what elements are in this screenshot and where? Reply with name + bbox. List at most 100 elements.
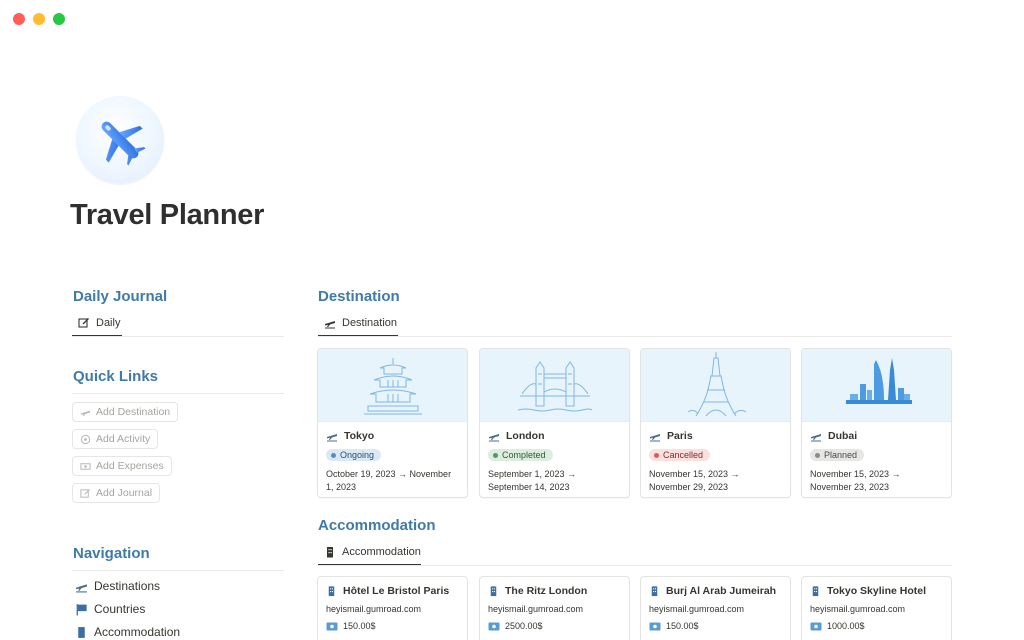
nav-item-countries[interactable]: Countries: [75, 602, 145, 616]
maximize-window-button[interactable]: [53, 13, 65, 25]
plane-icon: [327, 434, 337, 442]
building-icon: [78, 626, 85, 638]
card-title-text: Dubai: [828, 430, 858, 442]
status-text: Ongoing: [340, 450, 375, 460]
edit-icon: [78, 318, 89, 328]
card-title-text: Paris: [667, 430, 693, 442]
tab-daily-label: Daily: [96, 317, 121, 329]
card-url[interactable]: heyismail.gumroad.com: [488, 604, 629, 614]
add-journal-label: Add Journal: [96, 487, 153, 499]
card-title-text: Tokyo: [344, 430, 375, 442]
add-expenses-button[interactable]: Add Expenses: [72, 456, 172, 476]
price-text: 2500.00$: [505, 621, 543, 631]
destination-card-dubai[interactable]: Dubai Planned November 15, 2023 → Novemb…: [801, 348, 952, 498]
card-title-text: Tokyo Skyline Hotel: [827, 585, 926, 597]
building-icon: [812, 586, 819, 597]
card-price: 150.00$: [326, 621, 467, 631]
card-cover-image: [480, 349, 629, 422]
card-title: Burj Al Arab Jumeirah: [649, 585, 790, 597]
card-cover-image: [318, 349, 467, 422]
destination-card-tokyo[interactable]: Tokyo Ongoing October 19, 2023 → Novembe…: [317, 348, 468, 498]
divider: [72, 570, 284, 571]
add-activity-button[interactable]: Add Activity: [72, 429, 159, 449]
page-title: Travel Planner: [70, 199, 265, 231]
price-text: 150.00$: [666, 621, 699, 631]
status-dot: [331, 452, 336, 458]
page-icon[interactable]: [76, 96, 164, 184]
add-destination-label: Add Destination: [96, 406, 171, 418]
card-url[interactable]: heyismail.gumroad.com: [810, 604, 951, 614]
window-controls: [13, 13, 65, 25]
status-badge: Planned: [810, 449, 865, 461]
navigation-heading: Navigation: [73, 545, 150, 562]
card-price: 150.00$: [649, 621, 790, 631]
building-icon: [327, 547, 333, 558]
card-price: 2500.00$: [488, 621, 629, 631]
airplane-icon: [101, 121, 146, 166]
card-cover-image: [802, 349, 951, 422]
destination-card-paris[interactable]: Paris Cancelled November 15, 2023 → Nove…: [640, 348, 791, 498]
card-title: London: [488, 430, 629, 442]
card-title: The Ritz London: [488, 585, 629, 597]
status-badge: Cancelled: [649, 449, 711, 461]
tab-accommodation-label: Accommodation: [342, 546, 421, 558]
nav-item-label: Destinations: [94, 579, 161, 593]
nav-item-accommodation[interactable]: Accommodation: [75, 625, 180, 639]
accommodation-card[interactable]: Hôtel Le Bristol Paris heyismail.gumroad…: [317, 576, 468, 640]
plane-icon: [650, 434, 660, 442]
card-url[interactable]: heyismail.gumroad.com: [649, 604, 790, 614]
tab-daily[interactable]: Daily: [72, 312, 126, 334]
divider: [72, 336, 284, 337]
pagoda-illustration: [363, 358, 422, 415]
nav-item-label: Countries: [94, 602, 146, 616]
card-cover-image: [641, 349, 790, 422]
price-text: 1000.00$: [827, 621, 865, 631]
card-title: Paris: [649, 430, 790, 442]
accommodation-card[interactable]: Burj Al Arab Jumeirah heyismail.gumroad.…: [640, 576, 791, 640]
money-icon: [326, 622, 338, 630]
accommodation-card[interactable]: Tokyo Skyline Hotel heyismail.gumroad.co…: [801, 576, 952, 640]
card-title: Dubai: [810, 430, 951, 442]
eiffel-tower-illustration: [687, 352, 746, 417]
card-title-text: The Ritz London: [505, 585, 588, 597]
card-title-text: London: [506, 430, 545, 442]
card-url[interactable]: heyismail.gumroad.com: [326, 604, 467, 614]
building-icon: [490, 586, 497, 597]
tower-bridge-illustration: [517, 361, 592, 412]
add-journal-button[interactable]: Add Journal: [72, 483, 161, 503]
destination-heading: Destination: [318, 288, 400, 305]
divider: [318, 565, 952, 566]
money-icon: [649, 622, 661, 630]
add-activity-label: Add Activity: [96, 433, 151, 445]
card-title: Tokyo Skyline Hotel: [810, 585, 951, 597]
minimize-window-button[interactable]: [33, 13, 45, 25]
flag-icon: [76, 603, 87, 615]
add-expenses-label: Add Expenses: [96, 460, 164, 472]
status-text: Completed: [502, 450, 546, 460]
close-window-button[interactable]: [13, 13, 25, 25]
plane-icon: [811, 434, 821, 442]
building-icon: [328, 586, 335, 597]
status-dot: [654, 452, 659, 458]
destination-card-london[interactable]: London Completed September 1, 2023 → Sep…: [479, 348, 630, 498]
status-text: Planned: [824, 450, 858, 460]
daily-journal-heading: Daily Journal: [73, 288, 168, 305]
card-dates: October 19, 2023 → November 1, 2023: [326, 468, 452, 492]
accommodation-card[interactable]: The Ritz London heyismail.gumroad.com 25…: [479, 576, 630, 640]
nav-item-label: Accommodation: [94, 625, 181, 639]
plane-icon: [325, 321, 335, 329]
tab-accommodation[interactable]: Accommodation: [318, 541, 427, 563]
tab-destination[interactable]: Destination: [318, 312, 403, 334]
price-text: 150.00$: [343, 621, 376, 631]
card-dates: November 15, 2023 → November 23, 2023: [810, 468, 901, 492]
quick-links-heading: Quick Links: [73, 368, 159, 385]
plane-icon: [76, 583, 87, 592]
status-badge: Ongoing: [326, 449, 382, 461]
tab-destination-label: Destination: [342, 317, 398, 329]
divider: [72, 393, 284, 394]
nav-item-destinations[interactable]: Destinations: [75, 579, 160, 593]
add-destination-button[interactable]: Add Destination: [72, 402, 179, 422]
divider: [318, 336, 952, 337]
status-dot: [493, 452, 498, 458]
status-dot: [815, 452, 820, 458]
